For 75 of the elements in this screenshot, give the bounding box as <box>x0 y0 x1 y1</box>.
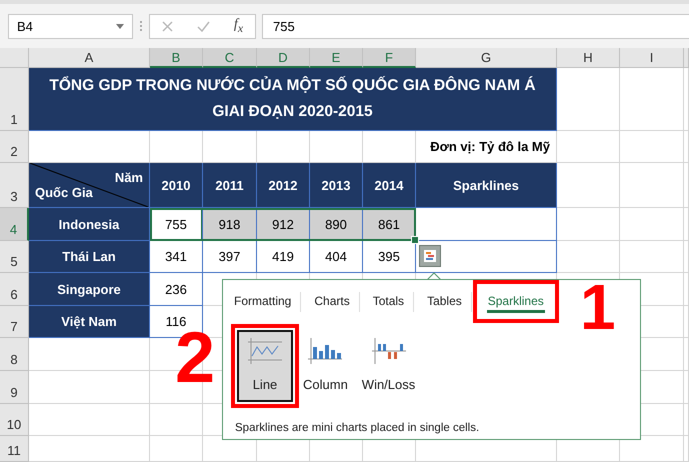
empty-cell <box>203 131 257 163</box>
empty-cell <box>620 208 684 241</box>
column-heading: 2012 <box>257 163 310 208</box>
column-header[interactable]: D <box>257 48 310 68</box>
row-header[interactable]: 10 <box>0 404 29 436</box>
win-loss-chart-icon <box>372 338 406 364</box>
column-heading: 2010 <box>150 163 203 208</box>
column-header[interactable]: I <box>620 48 684 68</box>
column-header[interactable]: C <box>203 48 257 68</box>
dropdown-icon[interactable] <box>116 24 124 28</box>
sparkline-option[interactable]: Line <box>237 330 293 402</box>
table-cell: 404 <box>310 241 363 273</box>
panel-tab[interactable]: Formatting <box>232 292 302 312</box>
cancel-icon[interactable] <box>162 20 173 32</box>
check-icon[interactable] <box>196 20 210 32</box>
title-line: GIAI ĐOẠN 2020-2015 <box>212 102 373 122</box>
empty-cell <box>257 131 310 163</box>
row-header[interactable]: 8 <box>0 338 29 371</box>
row-header[interactable]: 1 <box>0 68 29 131</box>
row-header[interactable]: 2 <box>0 131 29 163</box>
title-line: TỔNG GDP TRONG NƯỚC CỦA MỘT SỐ QUỐC GIA ĐÔNG NAM Á <box>49 75 536 96</box>
row-header[interactable]: 7 <box>0 306 29 338</box>
select-all-corner[interactable] <box>0 48 29 68</box>
empty-cell <box>557 208 620 241</box>
table-cell: 397 <box>203 241 257 273</box>
row-header[interactable]: 9 <box>0 371 29 404</box>
row-header[interactable]: 6 <box>0 273 29 306</box>
country-cell: Singapore <box>29 273 150 306</box>
empty-cell <box>150 131 203 163</box>
column-heading: Sparklines <box>416 163 557 208</box>
country-cell: Indonesia <box>29 208 150 241</box>
table-cell: 236 <box>150 273 203 306</box>
panel-tab[interactable]: Totals <box>370 292 414 312</box>
chart-icon <box>423 249 437 263</box>
column-header[interactable]: B <box>150 48 203 68</box>
unit-label: Đơn vị: Tỷ đô la Mỹ <box>430 139 550 154</box>
cell-reference: B4 <box>17 18 33 34</box>
grip-icon <box>139 20 143 32</box>
column-header[interactable]: A <box>29 48 150 68</box>
column-header[interactable] <box>684 48 689 68</box>
line-chart-icon <box>248 338 282 364</box>
table-cell: 341 <box>150 241 203 273</box>
row-header[interactable]: 11 <box>0 436 29 462</box>
fill-handle[interactable] <box>411 236 419 244</box>
name-box[interactable]: B4 <box>8 14 133 38</box>
year-label: Năm <box>114 170 143 185</box>
country-label: Quốc Gia <box>35 185 93 200</box>
panel-tab[interactable]: Charts <box>312 292 360 312</box>
panel-tab[interactable]: Sparklines <box>486 292 545 312</box>
column-heading: 2011 <box>203 163 257 208</box>
empty-cell <box>150 436 203 462</box>
bar-chart-icon <box>308 338 342 364</box>
column-header[interactable]: F <box>363 48 416 68</box>
column-header[interactable]: E <box>310 48 363 68</box>
empty-cell <box>620 68 684 131</box>
quick-analysis-button[interactable] <box>419 245 441 267</box>
insert-function-button[interactable]: f$_{x}$ <box>234 17 243 35</box>
column-heading: 2014 <box>363 163 416 208</box>
step-number: 1 <box>580 284 616 332</box>
formula-field[interactable]: 755 <box>262 14 689 38</box>
empty-cell <box>620 241 684 273</box>
row-header[interactable]: 4 <box>0 208 29 241</box>
row-header[interactable]: 3 <box>0 163 29 208</box>
column-header[interactable]: H <box>557 48 620 68</box>
column-heading: 2013 <box>310 163 363 208</box>
country-cell: Thái Lan <box>29 241 150 273</box>
empty-cell <box>620 131 684 163</box>
empty-cell <box>620 163 684 208</box>
country-cell: Việt Nam <box>29 306 150 338</box>
table-cell: 419 <box>257 241 310 273</box>
panel-tab[interactable]: Tables <box>425 292 472 312</box>
row-header[interactable]: 5 <box>0 241 29 273</box>
empty-cell <box>310 131 363 163</box>
column-header[interactable]: G <box>416 48 557 68</box>
panel-description: Sparklines are mini charts placed in single cells. <box>234 421 480 434</box>
